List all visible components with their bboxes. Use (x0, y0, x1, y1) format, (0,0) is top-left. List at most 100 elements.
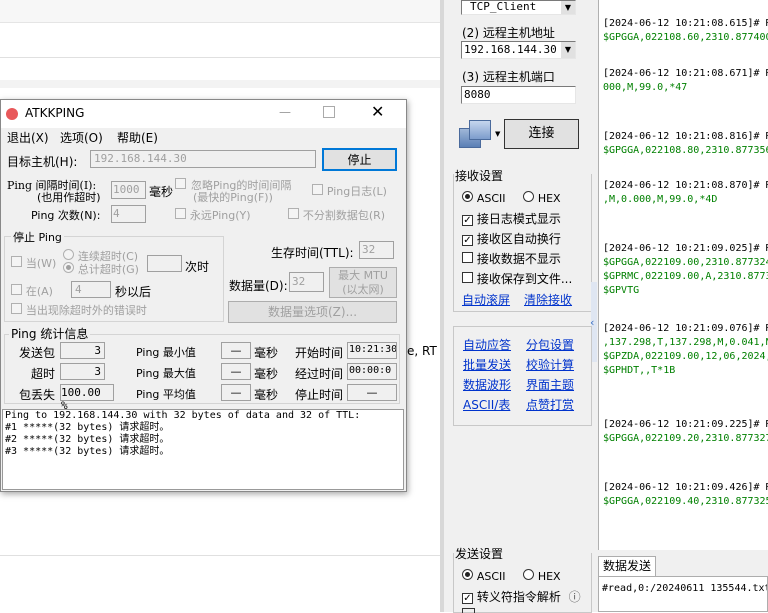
escape-parse-checkbox[interactable]: 转义符指令解析 ⓘ (462, 588, 581, 605)
tab-data-send[interactable]: 数据发送 (598, 556, 656, 576)
log-data: $GPGGA,022109.40,2310.877325 (603, 496, 768, 507)
send-ascii-radio[interactable]: ASCII (462, 569, 506, 583)
radio-indicator (63, 249, 74, 260)
elapsed-time-box: 00:00:0 (347, 363, 397, 380)
tool-packet-settings[interactable]: 分包设置 (526, 336, 574, 353)
tool-waveform[interactable]: 数据波形 (463, 376, 511, 393)
timeout-value-box: 3 (60, 363, 105, 380)
log-data: $GPGGA,022108.80,2310.877356 (603, 145, 768, 156)
tool-batch-send[interactable]: 批量发送 (463, 356, 511, 373)
console-line: Ping to 192.168.144.30 with 32 bytes of … (5, 410, 361, 421)
ping-interval-input[interactable]: 1000 (111, 181, 146, 199)
ping-count-label: Ping 次数(N): (31, 209, 101, 222)
data-size-value: 32 (292, 275, 306, 288)
receive-ascii-radio[interactable]: ASCII (462, 191, 506, 205)
connect-button[interactable]: 连接 (504, 119, 579, 149)
background-bottom-line (0, 555, 440, 556)
receive-log-area[interactable]: [2024-06-12 10:21:08.615]# R $GPGGA,0221… (598, 0, 768, 550)
ping-output-console[interactable]: Ping to 192.168.144.30 with 32 bytes of … (2, 409, 404, 490)
menu-help[interactable]: 帮助(E) (117, 129, 158, 146)
checkbox-indicator (462, 593, 473, 604)
background-window-band (0, 80, 440, 88)
at-label: 在(A) (25, 285, 53, 298)
minimize-icon[interactable]: — (270, 105, 300, 119)
menu-options[interactable]: 选项(O) (60, 129, 103, 146)
info-icon[interactable]: ⓘ (569, 590, 581, 604)
stop-button[interactable]: 停止 (322, 148, 397, 171)
ping-interval-note: (也用作超时) (37, 191, 101, 204)
send-hex-radio[interactable]: HEX (523, 569, 561, 583)
tool-ascii-table[interactable]: ASCII/表 (463, 396, 510, 413)
receive-option-label: 接收保存到文件... (476, 272, 573, 286)
receive-option-label: 接收数据不显示 (476, 252, 561, 266)
console-line: #2 *****(32 bytes) 请求超时。 (5, 434, 170, 445)
checkbox-indicator (462, 252, 473, 263)
timeout-value: 3 (94, 365, 101, 378)
title-bar[interactable]: ATKKPING — ✕ (1, 100, 406, 128)
when-option[interactable]: 当(W) (11, 255, 56, 271)
tool-checksum[interactable]: 校验计算 (526, 356, 574, 373)
radio-indicator (462, 569, 473, 580)
receive-save-file-checkbox[interactable]: 接收保存到文件... (462, 270, 572, 287)
ping-log-option[interactable]: Ping日志(L) (312, 183, 387, 199)
auto-scroll-link[interactable]: 自动滚屏 (462, 291, 510, 308)
menu-exit[interactable]: 退出(X) (7, 129, 49, 146)
remote-host-select[interactable]: 192.168.144.30 ▼ (461, 41, 576, 59)
receive-settings-title: 接收设置 (455, 167, 507, 184)
no-fragment-option[interactable]: 不分割数据包(R) (288, 207, 385, 223)
on-error-option[interactable]: 当出现除超时外的错误时 (11, 302, 147, 318)
ping-avg-box: — (221, 384, 251, 401)
remote-port-input[interactable]: 8080 (461, 86, 576, 104)
tool-theme[interactable]: 界面主题 (526, 376, 574, 393)
close-icon[interactable]: ✕ (371, 102, 384, 121)
timeout-count-input[interactable] (147, 255, 182, 272)
log-data: $GPGGA,022109.20,2310.877327 (603, 433, 768, 444)
forever-ping-option[interactable]: 永远Ping(Y) (175, 207, 251, 223)
log-entry: [2024-06-12 10:21:08.870]# R ,M,0.000,M,… (603, 179, 768, 207)
ping-count-input[interactable]: 4 (111, 205, 146, 223)
sent-value: 3 (94, 344, 101, 357)
at-option[interactable]: 在(A) (11, 283, 53, 299)
radio-indicator (63, 262, 74, 273)
sent-value-box: 3 (60, 342, 105, 359)
receive-hide-data-checkbox[interactable]: 接收数据不显示 (462, 250, 561, 267)
seconds-after-label: 秒以后 (115, 285, 152, 299)
checkbox-indicator (288, 208, 299, 219)
log-data: ,M,0.000,M,99.0,*4D (603, 194, 718, 205)
ignore-interval-checkbox[interactable] (175, 178, 186, 192)
log-timestamp: [2024-06-12 10:21:09.225]# R (603, 419, 768, 430)
ttl-input[interactable]: 32 (359, 241, 394, 259)
receive-log-mode-checkbox[interactable]: 接日志模式显示 (462, 210, 561, 227)
receive-auto-wrap-checkbox[interactable]: 接收区自动换行 (462, 230, 561, 247)
log-entry: [2024-06-12 10:21:08.615]# R $GPGGA,0221… (603, 17, 768, 45)
tool-auto-reply[interactable]: 自动应答 (463, 336, 511, 353)
radio-indicator (523, 191, 534, 202)
log-entry: [2024-06-12 10:21:08.816]# R $GPGGA,0221… (603, 130, 768, 158)
ms-label: 毫秒 (254, 388, 279, 402)
network-icon[interactable]: ▼ (459, 118, 500, 150)
receive-hex-radio[interactable]: HEX (523, 191, 561, 205)
total-timeout-option[interactable]: 总计超时(G) (63, 261, 139, 277)
log-data: ,137.298,T,137.298,M,0.041,N (603, 337, 768, 348)
target-host-input[interactable]: 192.168.144.30 (90, 150, 316, 168)
log-timestamp: [2024-06-12 10:21:09.025]# R (603, 243, 768, 254)
at-seconds-input[interactable]: 4 (71, 281, 111, 298)
tool-donate[interactable]: 点赞打赏 (526, 396, 574, 413)
max-mtu-button[interactable]: 最大 MTU (以太网) (329, 267, 397, 298)
send-text-input[interactable]: #read,0:/20240611 135544.txt (598, 576, 768, 612)
data-size-input[interactable]: 32 (289, 272, 324, 292)
data-options-button[interactable]: 数据量选项(Z)... (228, 301, 397, 323)
ms-label: 毫秒 (254, 346, 279, 360)
ms-label: 毫秒 (149, 185, 174, 199)
checkbox-indicator (462, 272, 473, 283)
loss-label: 包丢失 (19, 388, 56, 402)
no-fragment-label: 不分割数据包(R) (302, 209, 386, 222)
next-checkbox-partial (462, 608, 475, 613)
checkbox-indicator (11, 284, 22, 295)
maximize-icon[interactable] (323, 106, 335, 118)
remote-port-label: (3) 远程主机端口 (462, 70, 555, 84)
receive-hex-label: HEX (537, 192, 561, 205)
background-text-fragment: e, RT (407, 344, 437, 358)
protocol-select[interactable]: TCP_Client ▼ (461, 0, 576, 15)
clear-receive-link[interactable]: 清除接收 (524, 291, 572, 308)
